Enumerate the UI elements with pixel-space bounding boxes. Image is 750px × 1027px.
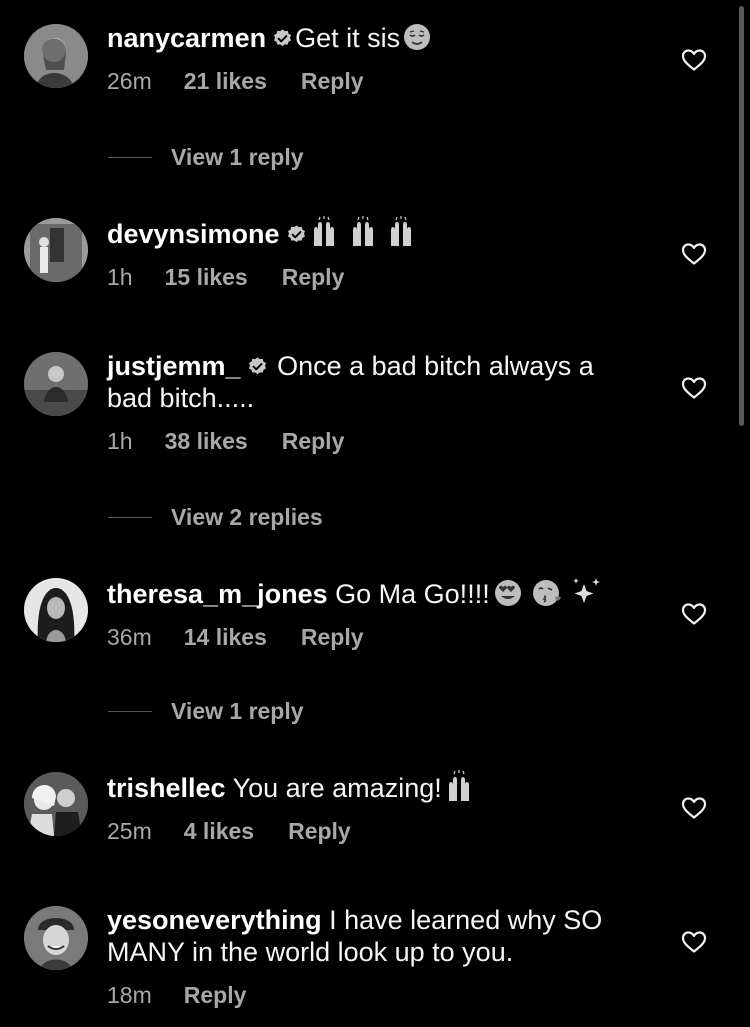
- comment-meta: 26m 21 likes Reply: [107, 67, 637, 95]
- raising-hands-emoji-icon: [448, 770, 469, 801]
- heart-outline-icon[interactable]: [681, 48, 707, 72]
- comment-time: 25m: [107, 818, 152, 844]
- comment-username[interactable]: yesoneverything: [107, 905, 322, 935]
- verified-badge-icon: [287, 225, 305, 243]
- verified-badge-icon: [248, 357, 266, 375]
- comment-likes[interactable]: 15 likes: [165, 263, 248, 291]
- avatar[interactable]: [24, 578, 88, 642]
- comment-likes[interactable]: 4 likes: [184, 817, 254, 845]
- emoji-group-icon: [494, 578, 600, 606]
- view-replies-button[interactable]: View 1 reply: [108, 697, 304, 725]
- view-replies-label[interactable]: View 1 reply: [171, 698, 304, 725]
- comment-body: yesoneverything I have learned why SO MA…: [107, 904, 637, 1009]
- view-replies-label[interactable]: View 1 reply: [171, 144, 304, 171]
- kissing-face-emoji-icon: [532, 580, 561, 606]
- divider: [108, 710, 152, 712]
- heart-eyes-emoji-icon: [494, 580, 521, 606]
- reply-button[interactable]: Reply: [184, 981, 247, 1009]
- comment-likes[interactable]: 21 likes: [184, 67, 267, 95]
- comment-likes[interactable]: 38 likes: [165, 427, 248, 455]
- heart-outline-icon[interactable]: [681, 796, 707, 820]
- comment-text-line: justjemm_ Once a bad bitch always a bad …: [107, 350, 637, 414]
- verified-badge-icon: [274, 29, 292, 47]
- comment-body: devynsimone 1h 15 likes Reply: [107, 216, 637, 291]
- comment-time: 18m: [107, 982, 152, 1008]
- comment-meta: 36m 14 likes Reply: [107, 623, 637, 651]
- comment-body: theresa_m_jones Go Ma Go!!!! 36m 14 likes…: [107, 576, 637, 651]
- comment-time: 26m: [107, 68, 152, 94]
- comment-time: 1h: [107, 428, 133, 454]
- comments-list: nanycarmen Get it sis 26m 21 likes Reply Vi…: [0, 0, 750, 1027]
- avatar[interactable]: [24, 352, 88, 416]
- comment-body: justjemm_ Once a bad bitch always a bad …: [107, 350, 637, 455]
- heart-outline-icon[interactable]: [681, 242, 707, 266]
- comment-meta: 18m Reply: [107, 981, 637, 1009]
- reply-button[interactable]: Reply: [288, 817, 351, 845]
- view-replies-button[interactable]: View 2 replies: [108, 503, 323, 531]
- comment-body: nanycarmen Get it sis 26m 21 likes Reply: [107, 22, 637, 95]
- heart-outline-icon[interactable]: [681, 376, 707, 400]
- comment-username[interactable]: trishellec: [107, 773, 226, 803]
- heart-outline-icon[interactable]: [681, 602, 707, 626]
- view-replies-button[interactable]: View 1 reply: [108, 143, 304, 171]
- comment-text-line: trishellec You are amazing!: [107, 770, 637, 804]
- view-replies-label[interactable]: View 2 replies: [171, 504, 323, 531]
- avatar[interactable]: [24, 772, 88, 836]
- comment-username[interactable]: justjemm_: [107, 351, 241, 381]
- comment-content: Get it sis: [295, 23, 401, 53]
- heart-outline-icon[interactable]: [681, 930, 707, 954]
- avatar[interactable]: [24, 218, 88, 282]
- divider: [108, 516, 152, 518]
- comment-likes[interactable]: 14 likes: [184, 623, 267, 651]
- sparkles-emoji-icon: [572, 578, 600, 603]
- comment-meta: 1h 38 likes Reply: [107, 427, 637, 455]
- comment-username[interactable]: nanycarmen: [107, 23, 266, 53]
- relieved-face-emoji-icon: [404, 24, 431, 50]
- comment-time: 36m: [107, 624, 152, 650]
- reply-button[interactable]: Reply: [301, 623, 364, 651]
- comment-text-line: devynsimone: [107, 216, 637, 250]
- comment-username[interactable]: theresa_m_jones: [107, 579, 328, 609]
- comment-meta: 25m 4 likes Reply: [107, 817, 637, 845]
- comment-time: 1h: [107, 264, 133, 290]
- reply-button[interactable]: Reply: [301, 67, 364, 95]
- comment-text-line: theresa_m_jones Go Ma Go!!!!: [107, 576, 637, 610]
- avatar[interactable]: [24, 906, 88, 970]
- avatar[interactable]: [24, 24, 88, 88]
- scrollbar[interactable]: [739, 6, 744, 426]
- comment-content: Go Ma Go!!!!: [335, 579, 490, 609]
- reply-button[interactable]: Reply: [282, 427, 345, 455]
- raising-hands-emoji-icon: [313, 216, 411, 246]
- comment-meta: 1h 15 likes Reply: [107, 263, 637, 291]
- comment-text-line: nanycarmen Get it sis: [107, 22, 637, 54]
- divider: [108, 156, 152, 158]
- reply-button[interactable]: Reply: [282, 263, 345, 291]
- comment-username[interactable]: devynsimone: [107, 219, 280, 249]
- comment-content: You are amazing!: [232, 773, 442, 803]
- comment-text-line: yesoneverything I have learned why SO MA…: [107, 904, 637, 968]
- comment-body: trishellec You are amazing! 25m 4 likes Re…: [107, 770, 637, 845]
